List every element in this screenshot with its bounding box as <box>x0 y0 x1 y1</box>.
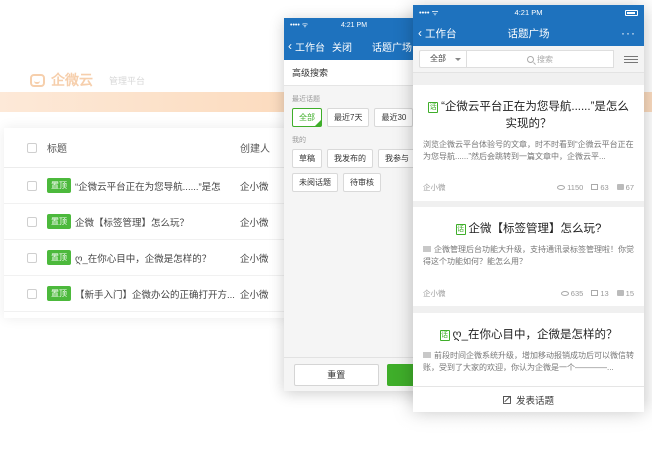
comment-icon <box>591 184 599 190</box>
publish-topic-label: 发表话题 <box>515 395 554 407</box>
topic-title[interactable]: 话 “企微云平台正在为您导航......”是怎么实现的？ <box>413 85 644 133</box>
search-icon <box>527 55 534 63</box>
topic-icon: 话 <box>428 102 439 113</box>
likes-count: 67 <box>616 183 634 192</box>
topic-card[interactable]: 话 ღ_在你心目中，企微是怎样的？ 前段时间企微系统升级，增加移动报销成功后可以微… <box>413 313 644 386</box>
list-view-icon[interactable] <box>624 55 638 63</box>
filter-dropdown[interactable]: 全部 <box>419 50 467 68</box>
recent-filter-group: 全部 最近7天 最近30 <box>284 104 424 127</box>
row-creator: 企小微 <box>240 253 269 265</box>
brand-subtitle: 管理平台 <box>109 75 146 86</box>
row-title[interactable]: 【新手入门】企微办公的正确打开方... <box>75 287 235 301</box>
image-icon <box>423 246 431 252</box>
row-title[interactable]: ღ_在你心目中，企微是怎样的？ <box>75 251 211 265</box>
back-chevron-icon[interactable]: ‹ <box>288 39 292 53</box>
topic-meta: 企小微 635 13 15 <box>413 288 644 299</box>
row-creator: 企小微 <box>240 181 269 193</box>
pinned-badge: 置顶 <box>47 286 71 301</box>
likes-count: 15 <box>616 289 634 298</box>
pinned-badge: 置顶 <box>47 250 71 265</box>
filter-chip-unread[interactable]: 未阅话题 <box>292 173 338 192</box>
row-title[interactable]: “企微云平台正在为您导航......”是怎 <box>75 179 221 193</box>
reset-button[interactable]: 重置 <box>294 363 379 386</box>
comment-icon <box>591 290 599 296</box>
row-creator: 企小微 <box>240 289 269 301</box>
column-title-header[interactable]: 标题 <box>47 140 237 155</box>
filter-chip-7days[interactable]: 最近7天 <box>327 108 370 127</box>
pinned-badge: 置顶 <box>47 178 71 193</box>
close-button[interactable]: 关闭 <box>332 39 352 54</box>
battery-icon <box>625 9 638 16</box>
publish-topic-button[interactable]: 发表话题 <box>413 386 644 412</box>
filter-chip-all[interactable]: 全部 <box>292 108 322 127</box>
advanced-search-title: 高级搜索 <box>284 60 424 86</box>
topic-icon: 话 <box>439 330 450 341</box>
views-count: 1150 <box>557 183 583 192</box>
topic-excerpt: 前段时间企微系统升级，增加移动报销成功后可以微信转账，受到了大家的欢迎，你认为企… <box>423 351 634 372</box>
back-chevron-icon[interactable]: ‹ <box>418 26 422 40</box>
row-checkbox[interactable] <box>27 252 37 263</box>
edit-icon <box>502 395 511 404</box>
comments-count: 63 <box>591 183 609 192</box>
row-title[interactable]: 企微【标签管理】怎么玩？ <box>75 215 189 229</box>
web-logo: 企微云 管理平台 <box>30 70 145 90</box>
topic-meta: 企小微 1150 63 67 <box>413 182 644 193</box>
mine-filter-group: 草稿 我发布的 我参与 <box>284 145 424 168</box>
eye-icon <box>560 291 569 296</box>
nav-title: 话题广场 <box>372 42 412 54</box>
filter-chip-participated[interactable]: 我参与 <box>378 149 416 168</box>
status-bar: •••• ᯤ 4:21 PM <box>284 18 424 32</box>
filter-chip-my-posts[interactable]: 我发布的 <box>327 149 373 168</box>
pinned-badge: 置顶 <box>47 214 71 229</box>
more-icon[interactable]: ··· <box>621 26 636 40</box>
image-icon <box>423 352 431 358</box>
row-checkbox[interactable] <box>27 180 37 191</box>
back-button[interactable]: 工作台 <box>295 39 325 54</box>
select-all-checkbox[interactable] <box>27 142 37 153</box>
topic-author: 企小微 <box>423 289 446 298</box>
mine-filter-group-2: 未阅话题 待审核 <box>284 168 424 192</box>
topic-card[interactable]: 话企微【标签管理】怎么玩? 企微管理后台功能大升级，支持通讯录标签管理啦！你觉得… <box>413 207 644 306</box>
nav-bar: ‹ 工作台 话题广场 ··· <box>413 20 644 46</box>
brand-name: 企微云 <box>51 72 93 88</box>
views-count: 635 <box>560 289 583 298</box>
search-actions: 重置 <box>284 357 424 391</box>
row-checkbox[interactable] <box>27 216 37 227</box>
topic-plaza-phone: •••• ᯤ 4:21 PM ‹ 工作台 话题广场 ··· 全部 搜索 话 “企微… <box>413 5 644 412</box>
eye-icon <box>557 185 566 190</box>
brand-logo-icon <box>30 73 45 87</box>
thumbs-up-icon <box>616 290 624 296</box>
status-time: 4:21 PM <box>514 8 543 17</box>
column-creator-header[interactable]: 创建人 <box>240 140 270 155</box>
filter-chip-pending-review[interactable]: 待审核 <box>343 173 381 192</box>
row-checkbox[interactable] <box>27 288 37 299</box>
topic-title[interactable]: 话 ღ_在你心目中，企微是怎样的？ <box>413 313 644 344</box>
comments-count: 13 <box>591 289 609 298</box>
topic-author: 企小微 <box>423 183 446 192</box>
back-button[interactable]: 工作台 <box>425 26 457 41</box>
topic-excerpt: 浏览企微云平台体验号的文章，时不时看到“企微云平台正在为您导航......”然后… <box>423 140 634 161</box>
topic-excerpt: 企微管理后台功能大升级，支持通讯录标签管理啦！你觉得这个功能如何？能怎么用？ <box>423 245 634 266</box>
search-placeholder: 搜索 <box>537 54 553 64</box>
status-time: 4:21 PM <box>340 21 368 29</box>
search-input[interactable]: 搜索 <box>467 50 614 68</box>
filter-chip-30days[interactable]: 最近30 <box>374 108 414 127</box>
recent-topics-label: 最近话题 <box>292 96 320 103</box>
row-creator: 企小微 <box>240 217 269 229</box>
status-bar: •••• ᯤ 4:21 PM <box>413 5 644 20</box>
thumbs-up-icon <box>616 184 624 190</box>
topic-icon: 话 <box>455 224 466 235</box>
topic-card[interactable]: 话 “企微云平台正在为您导航......”是怎么实现的？ 浏览企微云平台体验号的文… <box>413 85 644 201</box>
mine-label: 我的 <box>292 137 306 144</box>
advanced-search-phone: •••• ᯤ 4:21 PM ‹ 工作台 关闭 话题广场 高级搜索 最近话题 全… <box>284 18 424 391</box>
nav-bar: ‹ 工作台 关闭 话题广场 <box>284 32 424 60</box>
filter-chip-drafts[interactable]: 草稿 <box>292 149 322 168</box>
topic-title[interactable]: 话企微【标签管理】怎么玩? <box>413 207 644 238</box>
search-bar: 全部 搜索 <box>413 46 644 73</box>
